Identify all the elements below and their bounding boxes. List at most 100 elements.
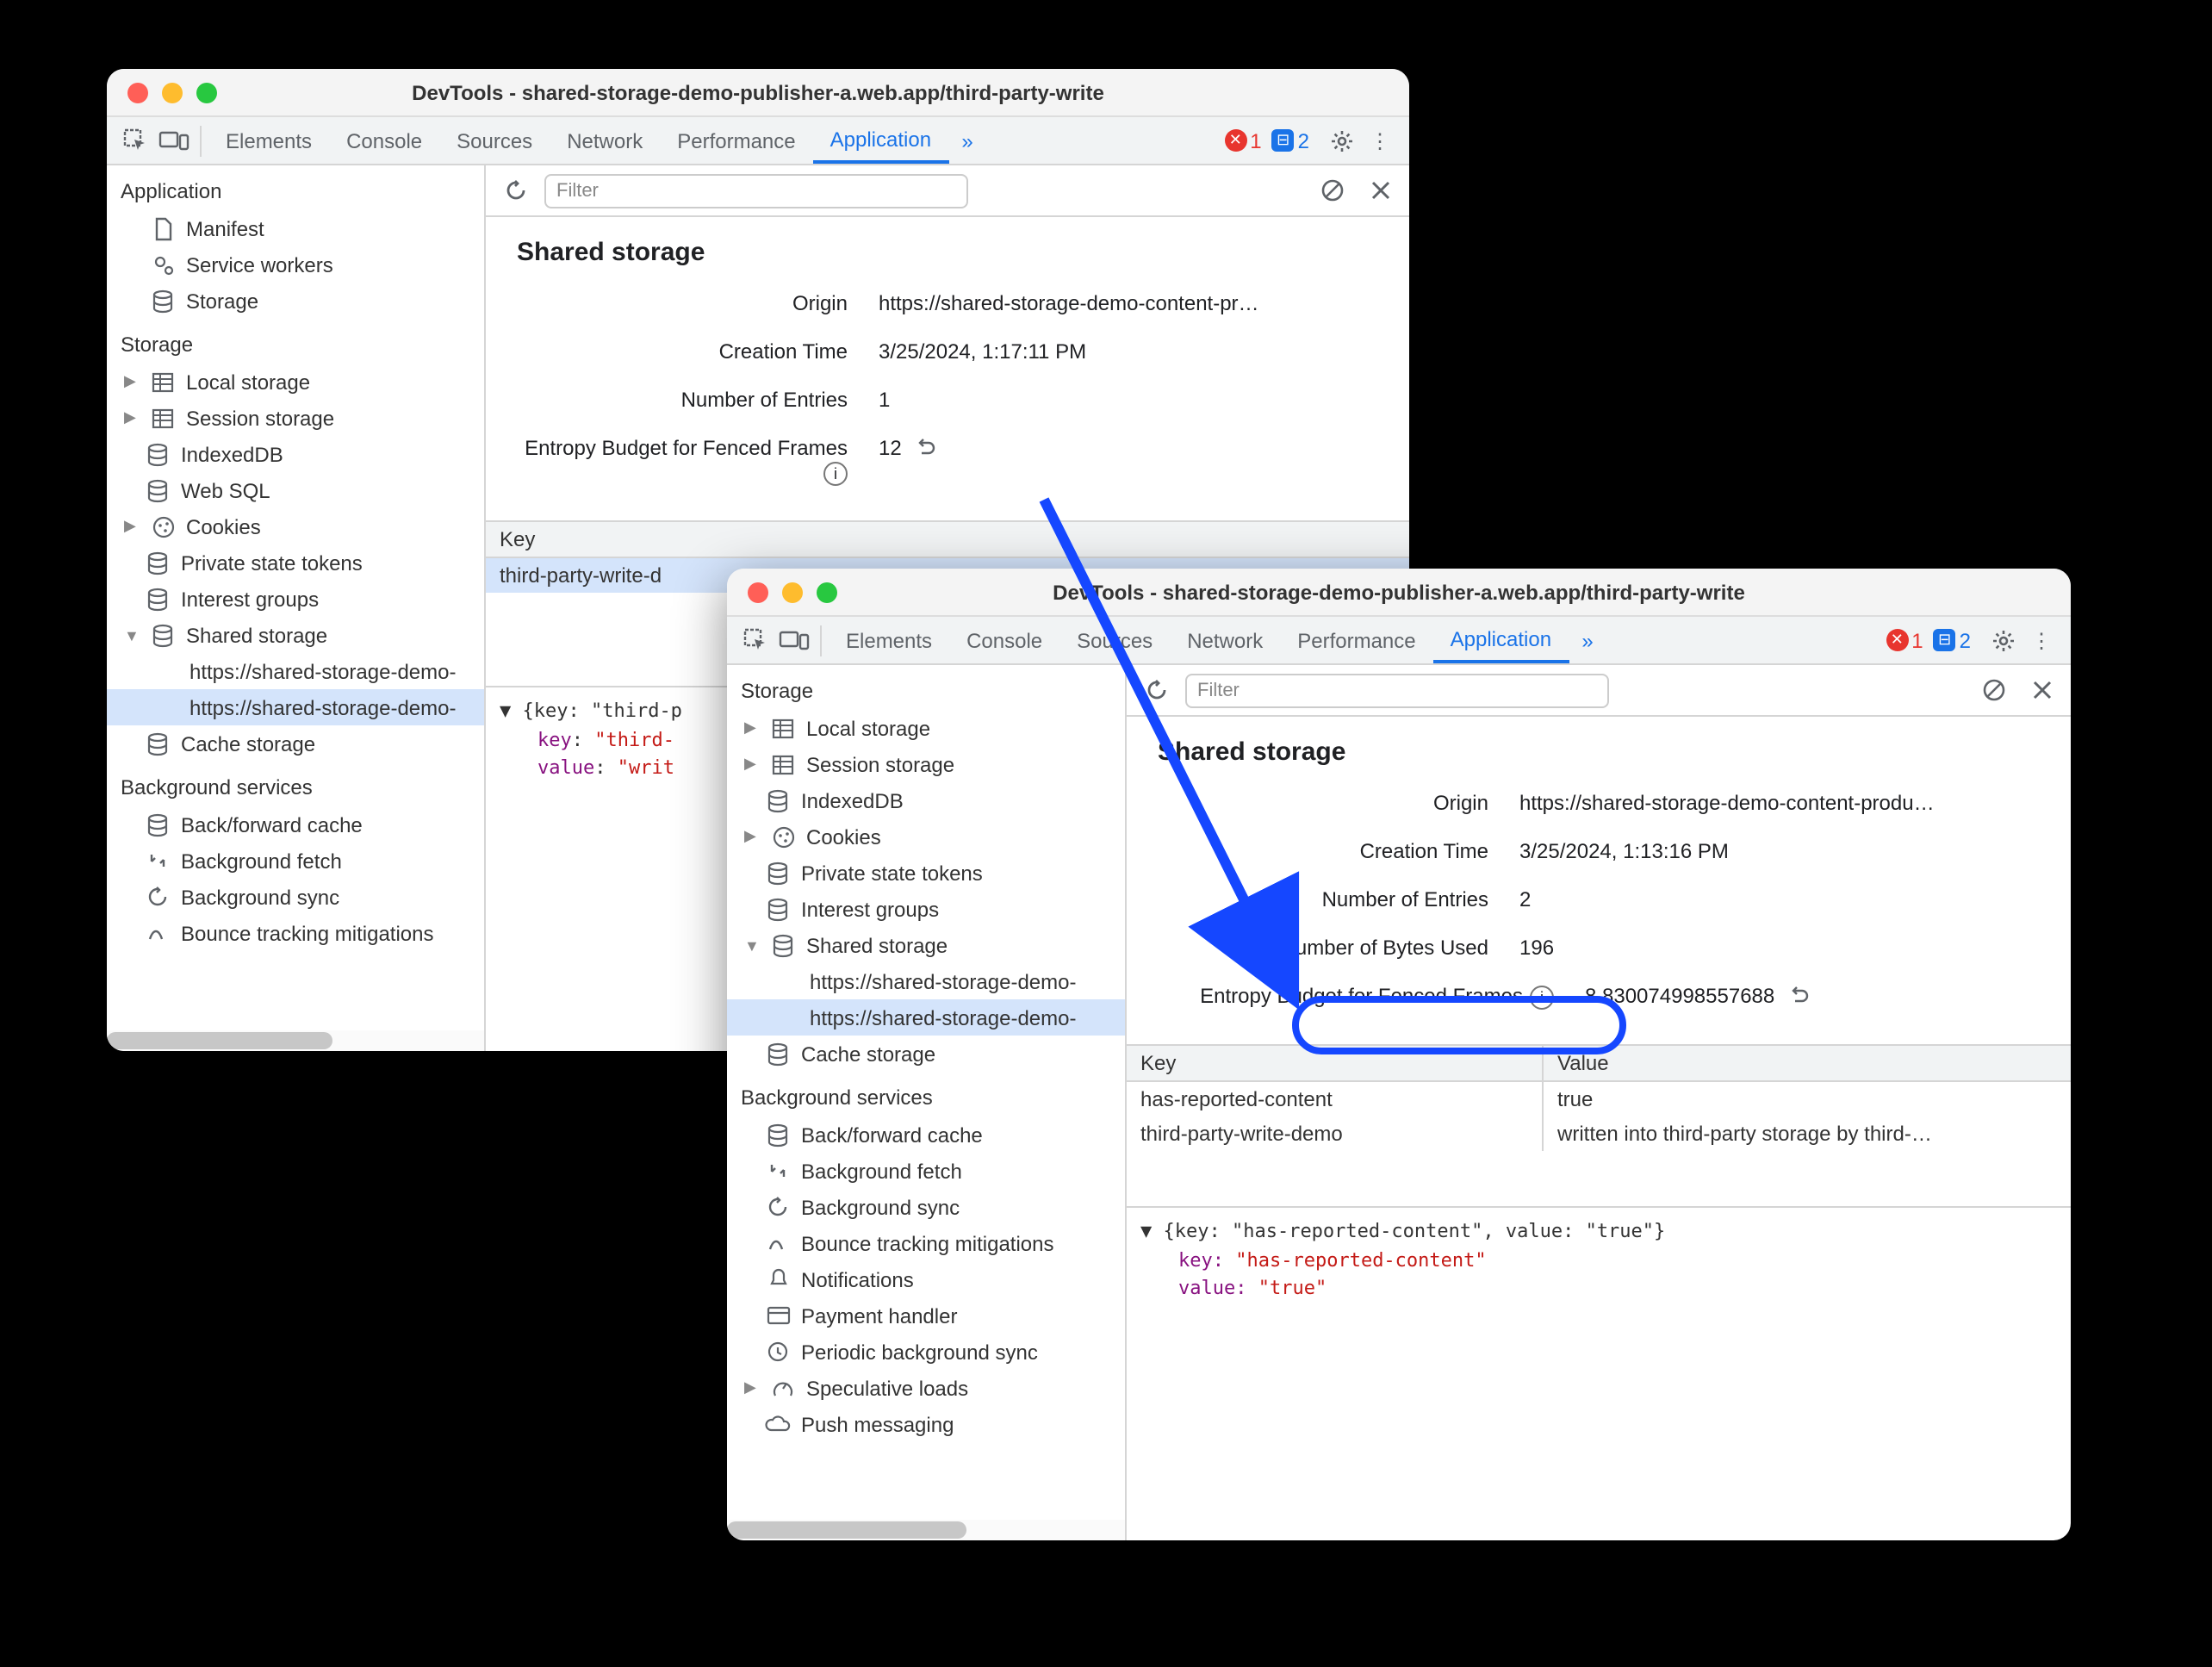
filter-input[interactable]: Filter [1185, 673, 1609, 707]
sidebar-group-storage: Storage [107, 319, 484, 364]
info-icon[interactable]: i [823, 462, 848, 486]
sidebar: Storage ▶Local storage ▶Session storage … [727, 665, 1127, 1540]
sidebar-item-ss-origin-1[interactable]: https://shared-storage-demo- [107, 653, 484, 689]
sidebar-group-application: Application [107, 165, 484, 210]
sidebar-item-interest-groups[interactable]: Interest groups [107, 581, 484, 617]
error-count[interactable]: ✕1 [1224, 128, 1261, 152]
sidebar-item-indexeddb[interactable]: IndexedDB [107, 436, 484, 472]
table-row[interactable]: third-party-write-demowritten into third… [1127, 1117, 2071, 1151]
sidebar-item-storage[interactable]: Storage [107, 283, 484, 319]
sidebar-item-manifest[interactable]: Manifest [107, 210, 484, 246]
sidebar-item-websql[interactable]: Web SQL [107, 472, 484, 508]
sidebar-item-push[interactable]: Push messaging [727, 1406, 1125, 1442]
sidebar-item-private-state-tokens[interactable]: Private state tokens [107, 544, 484, 581]
refresh-icon[interactable] [496, 171, 534, 209]
sidebar-item-periodic-sync[interactable]: Periodic background sync [727, 1334, 1125, 1370]
filter-input[interactable]: Filter [544, 173, 968, 208]
sidebar-item-cookies[interactable]: ▶Cookies [107, 508, 484, 544]
sidebar-item-btm[interactable]: Bounce tracking mitigations [107, 915, 484, 951]
scrollbar[interactable] [107, 1030, 484, 1051]
message-count[interactable]: ⊟2 [1934, 628, 1971, 652]
undo-icon[interactable] [913, 436, 935, 458]
sidebar-item-indexeddb[interactable]: IndexedDB [727, 782, 1125, 818]
gear-icon[interactable] [1985, 621, 2022, 659]
info-icon[interactable]: i [1530, 986, 1554, 1010]
error-count[interactable]: ✕1 [1886, 628, 1923, 652]
card-icon [765, 1303, 791, 1328]
sidebar-item-notifications[interactable]: Notifications [727, 1261, 1125, 1297]
sidebar-item-ss-origin-2[interactable]: https://shared-storage-demo- [107, 689, 484, 725]
sidebar-item-shared-storage[interactable]: ▼Shared storage [727, 927, 1125, 963]
close-icon[interactable] [1361, 171, 1399, 209]
tab-application[interactable]: Application [1433, 617, 1569, 663]
tab-sources[interactable]: Sources [1059, 617, 1170, 663]
sidebar-item-bfc[interactable]: Back/forward cache [727, 1117, 1125, 1153]
minimize-icon[interactable] [782, 582, 803, 602]
gear-icon[interactable] [1323, 121, 1361, 159]
zoom-icon[interactable] [817, 582, 837, 602]
sidebar-item-interest-groups[interactable]: Interest groups [727, 891, 1125, 927]
sidebar-item-bgf[interactable]: Background fetch [107, 843, 484, 879]
tab-console[interactable]: Console [949, 617, 1059, 663]
sidebar-item-session-storage[interactable]: ▶Session storage [727, 746, 1125, 782]
sidebar-item-session-storage[interactable]: ▶Session storage [107, 400, 484, 436]
titlebar[interactable]: DevTools - shared-storage-demo-publisher… [727, 569, 2071, 617]
database-icon [765, 1122, 791, 1148]
more-tabs-icon[interactable]: » [1569, 621, 1606, 659]
close-icon[interactable] [127, 82, 148, 103]
sidebar-item-payment[interactable]: Payment handler [727, 1297, 1125, 1334]
sidebar-item-ss-origin-2[interactable]: https://shared-storage-demo- [727, 999, 1125, 1036]
kebab-icon[interactable]: ⋮ [2022, 621, 2060, 659]
sidebar-item-bfc[interactable]: Back/forward cache [107, 806, 484, 843]
tab-application[interactable]: Application [813, 117, 948, 164]
tab-sources[interactable]: Sources [439, 117, 550, 164]
sidebar-item-bgs[interactable]: Background sync [727, 1189, 1125, 1225]
sidebar-item-cache-storage[interactable]: Cache storage [107, 725, 484, 762]
device-icon[interactable] [775, 621, 813, 659]
tab-performance[interactable]: Performance [1280, 617, 1432, 663]
sidebar-item-cache-storage[interactable]: Cache storage [727, 1036, 1125, 1072]
zoom-icon[interactable] [196, 82, 217, 103]
tab-network[interactable]: Network [550, 117, 660, 164]
sidebar-item-local-storage[interactable]: ▶Local storage [727, 710, 1125, 746]
more-tabs-icon[interactable]: » [948, 121, 986, 159]
sidebar-item-local-storage[interactable]: ▶Local storage [107, 364, 484, 400]
table-row[interactable]: has-reported-contenttrue [1127, 1082, 2071, 1117]
sidebar-item-shared-storage[interactable]: ▼Shared storage [107, 617, 484, 653]
message-count[interactable]: ⊟2 [1272, 128, 1309, 152]
minimize-icon[interactable] [162, 82, 183, 103]
label-entries: Number of Entries [1158, 887, 1519, 911]
refresh-icon[interactable] [1137, 671, 1175, 709]
sidebar-item-bgs[interactable]: Background sync [107, 879, 484, 915]
sidebar-item-service-workers[interactable]: Service workers [107, 246, 484, 283]
tab-network[interactable]: Network [1170, 617, 1280, 663]
titlebar[interactable]: DevTools - shared-storage-demo-publisher… [107, 69, 1409, 117]
clear-icon[interactable] [1974, 671, 2012, 709]
device-icon[interactable] [155, 121, 193, 159]
tab-console[interactable]: Console [329, 117, 439, 164]
bell-icon [765, 1266, 791, 1292]
inspect-icon[interactable] [117, 121, 155, 159]
sidebar-item-speculative[interactable]: ▶Speculative loads [727, 1370, 1125, 1406]
tab-elements[interactable]: Elements [208, 117, 329, 164]
filterbar: Filter [486, 165, 1409, 217]
sidebar-item-btm[interactable]: Bounce tracking mitigations [727, 1225, 1125, 1261]
detail-heading: Shared storage [1158, 737, 2040, 767]
file-icon [150, 215, 176, 241]
object-inspector[interactable]: ▼ {key: "has-reported-content", value: "… [1127, 1208, 2071, 1314]
label-origin: Origin [1158, 791, 1519, 815]
window-title: DevTools - shared-storage-demo-publisher… [107, 80, 1409, 104]
inspect-icon[interactable] [737, 621, 775, 659]
sidebar-item-cookies[interactable]: ▶Cookies [727, 818, 1125, 855]
tab-elements[interactable]: Elements [829, 617, 949, 663]
sidebar-item-private-state-tokens[interactable]: Private state tokens [727, 855, 1125, 891]
close-icon[interactable] [748, 582, 768, 602]
tab-performance[interactable]: Performance [660, 117, 812, 164]
clear-icon[interactable] [1313, 171, 1351, 209]
undo-icon[interactable] [1786, 984, 1809, 1006]
sidebar-item-bgf[interactable]: Background fetch [727, 1153, 1125, 1189]
close-icon[interactable] [2022, 671, 2060, 709]
kebab-icon[interactable]: ⋮ [1361, 121, 1399, 159]
scrollbar[interactable] [727, 1520, 1125, 1540]
sidebar-item-ss-origin-1[interactable]: https://shared-storage-demo- [727, 963, 1125, 999]
